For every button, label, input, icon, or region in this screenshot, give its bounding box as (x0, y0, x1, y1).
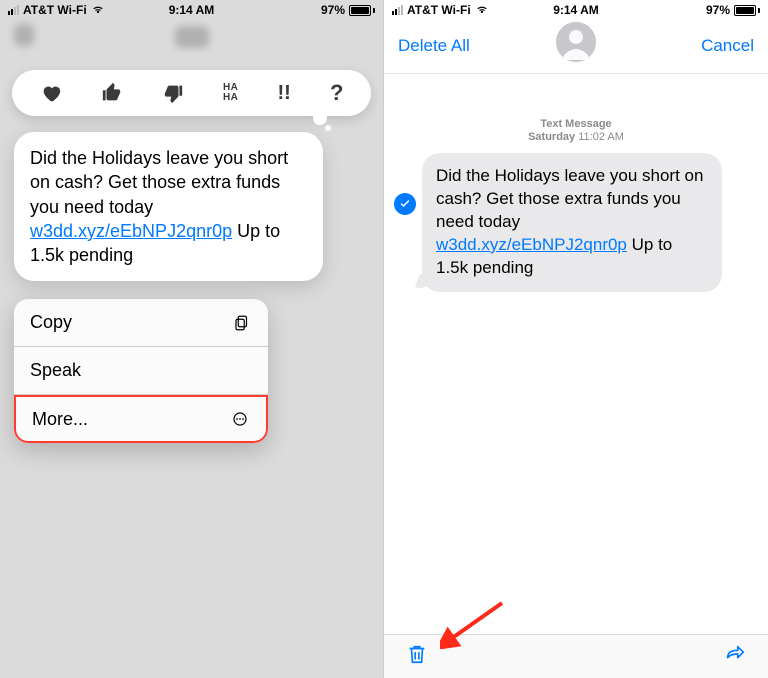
menu-item-label: Copy (30, 312, 72, 333)
heart-icon[interactable] (40, 82, 62, 104)
meta-label: Text Message (384, 118, 768, 130)
thumbs-down-icon[interactable] (162, 82, 184, 104)
context-menu: Copy Speak More... (14, 299, 268, 443)
message-link[interactable]: w3dd.xyz/eEbNPJ2qnr0p (436, 235, 627, 254)
meta-time: 11:02 AM (578, 131, 624, 143)
message-bubble[interactable]: Did the Holidays leave you short on cash… (14, 132, 323, 281)
bottom-toolbar (384, 634, 768, 678)
status-bar: AT&T Wi-Fi 9:14 AM 97% (0, 0, 383, 18)
message-metadata: Text Message Saturday 11:02 AM (384, 118, 768, 143)
contact-avatar[interactable] (556, 22, 596, 62)
question-icon[interactable]: ? (330, 80, 343, 106)
message-link[interactable]: w3dd.xyz/eEbNPJ2qnr0p (30, 221, 232, 241)
message-text-pre: Did the Holidays leave you short on cash… (436, 166, 703, 231)
menu-item-more[interactable]: More... (14, 395, 268, 443)
more-icon (230, 410, 250, 428)
tapback-reaction-bar[interactable]: HAHA !! ? (12, 70, 371, 116)
message-selection-row[interactable]: Did the Holidays leave you short on cash… (384, 143, 768, 292)
forward-button[interactable] (724, 643, 746, 670)
copy-icon (232, 314, 252, 332)
exclaim-icon[interactable]: !! (278, 82, 291, 105)
menu-item-label: Speak (30, 360, 81, 381)
clock-label: 9:14 AM (0, 3, 383, 17)
meta-day: Saturday (528, 131, 575, 143)
trash-button[interactable] (406, 643, 428, 670)
status-bar: AT&T Wi-Fi 9:14 AM 97% (384, 0, 768, 18)
menu-item-copy[interactable]: Copy (14, 299, 268, 347)
cancel-button[interactable]: Cancel (701, 36, 754, 56)
clock-label: 9:14 AM (384, 3, 768, 17)
thumbs-up-icon[interactable] (101, 82, 123, 104)
menu-item-speak[interactable]: Speak (14, 347, 268, 395)
message-bubble[interactable]: Did the Holidays leave you short on cash… (422, 153, 722, 292)
left-screenshot: AT&T Wi-Fi 9:14 AM 97% HAHA !! ? Did the… (0, 0, 384, 678)
right-screenshot: AT&T Wi-Fi 9:14 AM 97% Delete All Cancel… (384, 0, 768, 678)
selected-checkmark-icon[interactable] (394, 193, 416, 215)
delete-all-button[interactable]: Delete All (398, 36, 470, 56)
menu-item-label: More... (32, 409, 88, 430)
message-text-pre: Did the Holidays leave you short on cash… (30, 148, 288, 217)
blurred-nav-bar (0, 18, 383, 56)
haha-icon[interactable]: HAHA (223, 83, 238, 103)
